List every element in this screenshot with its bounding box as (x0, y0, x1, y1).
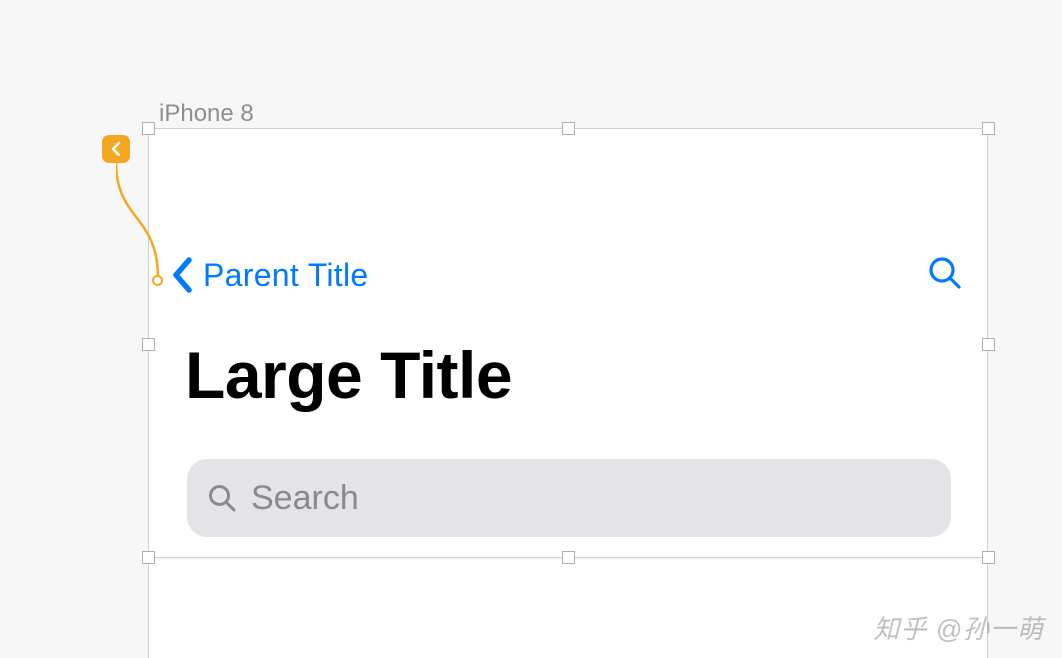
selection-handle[interactable] (142, 338, 155, 351)
selection-handle[interactable] (562, 122, 575, 135)
interface-builder-scene[interactable]: Parent Title Large Title Search (148, 128, 988, 558)
selection-handle[interactable] (982, 551, 995, 564)
large-title: Large Title (185, 337, 512, 413)
back-button[interactable]: Parent Title (171, 257, 368, 294)
chevron-left-icon (111, 142, 121, 156)
back-button-label: Parent Title (203, 257, 368, 294)
selection-handle[interactable] (982, 122, 995, 135)
scene-content-area (148, 560, 988, 658)
search-icon (927, 255, 963, 296)
scene-collapse-toggle[interactable] (102, 135, 130, 163)
search-field[interactable]: Search (187, 459, 951, 537)
device-label: iPhone 8 (159, 100, 254, 128)
search-button[interactable] (927, 255, 963, 296)
navigation-bar: Parent Title (149, 247, 987, 303)
search-placeholder: Search (251, 479, 359, 518)
selection-handle[interactable] (982, 338, 995, 351)
selection-handle[interactable] (142, 122, 155, 135)
watermark: 知乎 @孙一萌 (873, 609, 1044, 646)
selection-handle[interactable] (562, 551, 575, 564)
search-icon (207, 483, 237, 513)
chevron-left-icon (171, 257, 193, 293)
selection-handle[interactable] (142, 551, 155, 564)
segue-endpoint[interactable] (152, 275, 163, 286)
